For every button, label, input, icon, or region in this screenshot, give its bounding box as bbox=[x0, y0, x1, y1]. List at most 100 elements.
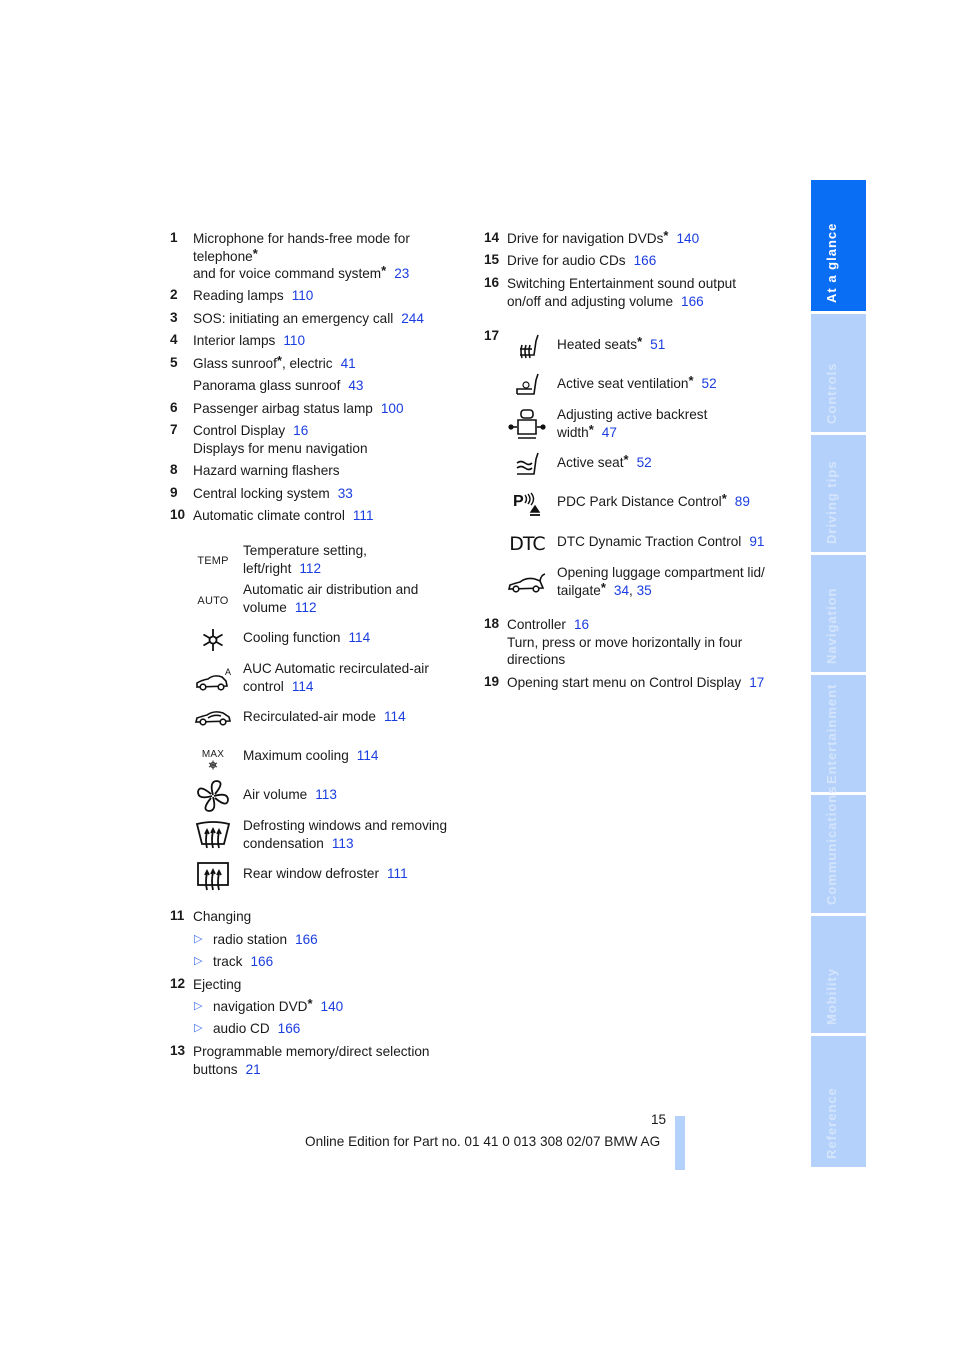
item-7-text: Control Display 16 Displays for menu navig… bbox=[193, 422, 368, 457]
auc-letter: A bbox=[225, 667, 231, 677]
tab-reference[interactable]: Reference bbox=[811, 1036, 866, 1167]
page-link[interactable]: 110 bbox=[292, 288, 314, 303]
asterisk-icon: * bbox=[252, 245, 258, 261]
page-link[interactable]: 114 bbox=[349, 630, 371, 645]
page-link[interactable]: 166 bbox=[634, 253, 657, 268]
page-link[interactable]: 112 bbox=[299, 561, 321, 576]
text-line: Glass sunroof bbox=[193, 356, 277, 371]
climate-item-text: Rear window defroster 111 bbox=[243, 865, 408, 883]
text-line: tailgate bbox=[557, 582, 601, 598]
heated-seat-icon bbox=[507, 328, 547, 364]
tab-controls[interactable]: Controls bbox=[811, 314, 866, 432]
page-link[interactable]: 34 bbox=[614, 583, 629, 598]
page-number: 15 bbox=[651, 1112, 667, 1127]
asterisk-icon: * bbox=[276, 353, 282, 368]
page-link[interactable]: 33 bbox=[338, 486, 353, 501]
page-link[interactable]: 140 bbox=[676, 231, 699, 246]
item-4-text: Interior lamps 110 bbox=[193, 332, 305, 350]
page-link[interactable]: 113 bbox=[315, 787, 337, 802]
item-number: 15 bbox=[484, 252, 500, 267]
page-link[interactable]: 21 bbox=[246, 1062, 261, 1077]
page-link[interactable]: 244 bbox=[401, 311, 424, 326]
text-line: Panorama glass sunroof bbox=[193, 378, 341, 393]
icon-label: AUTO bbox=[197, 595, 229, 607]
text-line: Rear window defroster bbox=[243, 866, 379, 881]
page-link[interactable]: 91 bbox=[749, 534, 764, 549]
text-line: Hazard warning flashers bbox=[193, 463, 340, 478]
text-line: volume bbox=[243, 599, 287, 615]
page-link[interactable]: 23 bbox=[394, 266, 409, 281]
page-link[interactable]: 43 bbox=[348, 378, 363, 393]
item-18-text: Controller 16 Turn, press or move horizont… bbox=[507, 616, 742, 669]
page-link[interactable]: 114 bbox=[384, 709, 406, 724]
page-link[interactable]: 166 bbox=[278, 1021, 301, 1036]
bullet-item: navigation DVD* 140 bbox=[213, 996, 344, 1016]
item-1-text: Microphone for hands-free mode for telep… bbox=[193, 230, 410, 283]
page-link[interactable]: 113 bbox=[332, 836, 354, 851]
tab-driving-tips[interactable]: Driving tips bbox=[811, 435, 866, 552]
snowflake-icon bbox=[193, 622, 233, 658]
page-link[interactable]: 16 bbox=[574, 617, 589, 632]
text-line: Cooling function bbox=[243, 630, 341, 645]
page-link[interactable]: 166 bbox=[681, 294, 704, 309]
page-link[interactable]: 112 bbox=[295, 600, 317, 615]
tailgate-car-icon bbox=[507, 565, 547, 601]
page-link[interactable]: 166 bbox=[295, 932, 318, 947]
asterisk-icon: * bbox=[307, 996, 313, 1011]
page-number-marker bbox=[675, 1116, 685, 1170]
tab-navigation[interactable]: Navigation bbox=[811, 555, 866, 672]
seat-item-text: PDC Park Distance Control* 89 bbox=[557, 491, 750, 511]
page-link[interactable]: 166 bbox=[250, 954, 273, 969]
page-link[interactable]: 47 bbox=[602, 425, 617, 440]
item-number: 9 bbox=[170, 485, 178, 500]
page-link[interactable]: 41 bbox=[341, 356, 356, 371]
seat-item-text: DTC Dynamic Traction Control 91 bbox=[557, 533, 764, 551]
page-link[interactable]: 111 bbox=[353, 508, 374, 523]
item-number: 4 bbox=[170, 332, 178, 347]
text-line: width bbox=[557, 424, 589, 440]
text-line: SOS: initiating an emergency call bbox=[193, 311, 394, 326]
recirculation-car-icon bbox=[193, 700, 233, 736]
text-line: Opening start menu on Control Display bbox=[507, 675, 742, 690]
page-link[interactable]: 35 bbox=[637, 583, 652, 598]
comma: , bbox=[629, 582, 633, 598]
fan-icon bbox=[193, 778, 233, 814]
item-5-text: Glass sunroof*, electric 41 bbox=[193, 353, 356, 373]
text-line: Central locking system bbox=[193, 486, 330, 501]
item-19-text: Opening start menu on Control Display 17 bbox=[507, 674, 764, 692]
page-link[interactable]: 111 bbox=[387, 866, 408, 881]
climate-item-text: AUC Automatic recirculated-air control 114 bbox=[243, 660, 429, 695]
bullet-triangle-icon: ▷ bbox=[194, 1022, 203, 1034]
tab-communications[interactable]: Communications bbox=[811, 786, 866, 913]
page-link[interactable]: 114 bbox=[357, 748, 379, 763]
climate-item-text: Cooling function 114 bbox=[243, 629, 370, 647]
tab-label: Communications bbox=[823, 785, 839, 905]
temp-icon: TEMP bbox=[193, 543, 233, 579]
page-link[interactable]: 51 bbox=[650, 337, 665, 352]
page-link[interactable]: 100 bbox=[381, 401, 404, 416]
page-link[interactable]: 140 bbox=[321, 999, 344, 1014]
page-link[interactable]: 52 bbox=[702, 376, 717, 391]
text-line: and for voice command system bbox=[193, 266, 382, 281]
tab-label: At a glance bbox=[823, 222, 839, 303]
page-link[interactable]: 110 bbox=[283, 333, 305, 348]
tab-label: Navigation bbox=[823, 587, 839, 664]
page-link[interactable]: 17 bbox=[749, 675, 764, 690]
rear-defrost-icon bbox=[193, 858, 233, 894]
active-seat-icon bbox=[507, 446, 547, 482]
tab-entertainment[interactable]: Entertainment bbox=[811, 675, 866, 792]
bullet-triangle-icon: ▷ bbox=[194, 1000, 203, 1012]
tab-at-a-glance[interactable]: At a glance bbox=[811, 180, 866, 311]
page-link[interactable]: 89 bbox=[735, 494, 750, 509]
item-number: 2 bbox=[170, 287, 178, 302]
svg-text:P: P bbox=[513, 493, 524, 510]
tab-label: Driving tips bbox=[823, 460, 839, 544]
seat-item-text: Adjusting active backrest width* 47 bbox=[557, 406, 707, 441]
tab-mobility[interactable]: Mobility bbox=[811, 916, 866, 1033]
page-link[interactable]: 16 bbox=[293, 423, 308, 438]
text-line: left/right bbox=[243, 560, 292, 576]
item-5b-text: Panorama glass sunroof 43 bbox=[193, 377, 363, 395]
climate-item-text: Recirculated-air mode 114 bbox=[243, 708, 406, 726]
page-link[interactable]: 52 bbox=[637, 455, 652, 470]
page-link[interactable]: 114 bbox=[292, 679, 314, 694]
